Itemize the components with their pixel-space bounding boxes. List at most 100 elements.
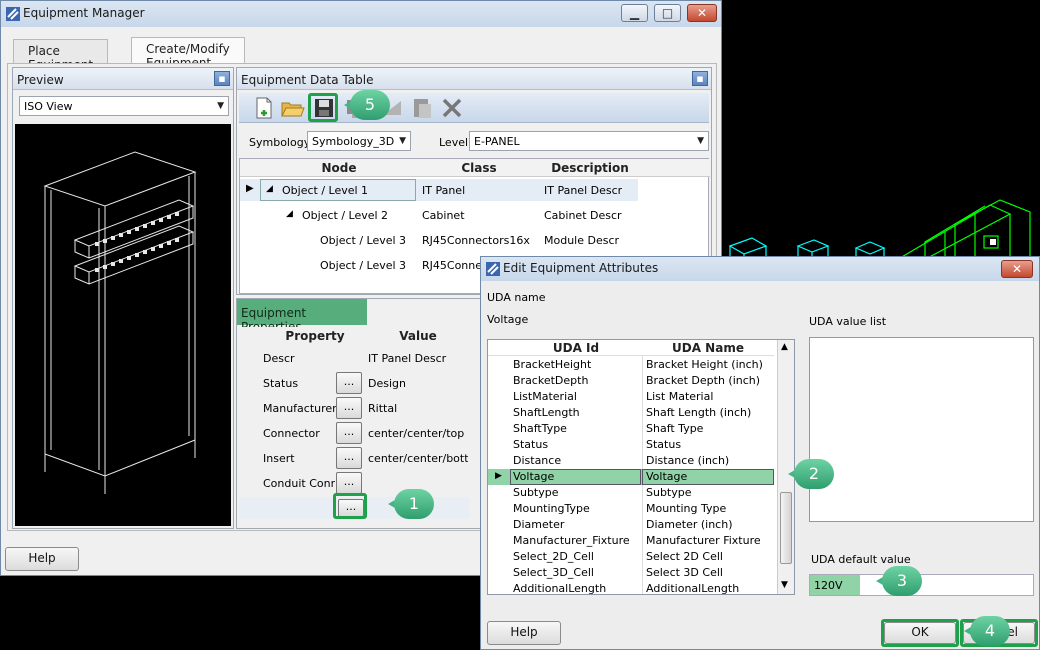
callout-5: 5 [344,90,390,120]
list-item[interactable]: Distance Distance (inch) [488,453,774,469]
expand-icon[interactable]: ◢ [286,209,293,219]
status-browse-button[interactable]: ... [336,372,362,394]
column-header-value[interactable]: Value [369,329,467,343]
callout-number: 4 [970,616,1010,646]
paste-icon[interactable] [409,95,435,121]
uda-value-list[interactable] [809,337,1034,522]
list-item[interactable]: Status Status [488,437,774,453]
scroll-down-icon[interactable]: ▼ [781,580,788,590]
column-header-node[interactable]: Node [262,161,416,175]
tab-place-equipment[interactable]: Place Equipment [13,39,109,72]
data-table-header: Equipment Data Table ▪ [237,68,711,90]
connector-browse-button[interactable]: ... [336,422,362,444]
property-value: IT Panel Descr [368,352,447,365]
property-value: Design [368,377,406,390]
uda-name: Voltage [646,470,688,483]
row-selector-icon: ▶ [246,183,254,194]
uda-name: Bracket Height (inch) [646,358,763,371]
uda-id: Voltage [513,470,555,483]
pin-icon[interactable]: ▪ [692,71,708,86]
app-icon [486,262,500,276]
scroll-up-icon[interactable]: ▲ [781,342,788,352]
delete-icon[interactable] [439,95,465,121]
column-header-class[interactable]: Class [418,161,540,175]
view-dropdown[interactable]: ISO View ▼ [19,96,229,116]
open-folder-icon[interactable] [279,95,305,121]
uda-id: Select_2D_Cell [513,550,594,563]
callout-1: 1 [388,489,434,519]
symbology-value: Symbology_3D [312,135,395,148]
edit-equipment-attributes-dialog: Edit Equipment Attributes ✕ UDA name Vol… [480,256,1040,650]
dialog-title: Edit Equipment Attributes [503,261,659,275]
uda-list[interactable]: UDA Id UDA Name BracketHeight Bracket Hei… [487,339,795,595]
list-item[interactable]: Diameter Diameter (inch) [488,517,774,533]
uda-name: List Material [646,390,714,403]
main-help-button[interactable]: Help [5,547,79,571]
app-icon [6,7,20,21]
symbology-label: Symbology: [249,136,314,149]
main-window-title: Equipment Manager [23,6,145,20]
uda-name: Distance (inch) [646,454,730,467]
scrollbar-thumb[interactable] [780,492,792,564]
expand-icon[interactable]: ◢ [266,184,273,194]
dialog-close-button[interactable]: ✕ [1001,260,1033,278]
column-header-property[interactable]: Property [259,329,371,343]
close-icon: ✕ [696,6,708,20]
list-item[interactable]: Select_3D_Cell Select 3D Cell [488,565,774,581]
equipment-preview-viewport[interactable] [15,124,231,526]
uda-name: AdditionalLength (inch) [646,582,740,594]
uda-default-value-label: UDA default value [811,553,911,566]
property-name: Manufacturer [263,402,337,415]
data-table-title: Equipment Data Table [241,73,374,87]
tab-create-modify-equipment[interactable]: Create/Modify Equipment [131,37,245,70]
conduit-browse-button[interactable]: ... [336,472,362,494]
level-dropdown[interactable]: E-PANEL ▼ [469,131,709,151]
symbology-dropdown[interactable]: Symbology_3D ▼ [307,131,411,151]
node-cell: Object / Level 3 [320,234,407,247]
list-item[interactable]: ShaftType Shaft Type [488,421,774,437]
uda-value-list-label: UDA value list [809,315,887,328]
table-row[interactable]: Object / Level 3 RJ45Connectors16x Modul… [240,229,638,251]
list-item[interactable]: ListMaterial List Material [488,389,774,405]
uda-id: MountingType [513,502,590,515]
column-header-uda-id[interactable]: UDA Id [510,341,642,355]
level-label: Level: [439,136,472,149]
class-cell: RJ45Connect [422,259,486,272]
list-item[interactable]: Manufacturer_Fixture Manufacturer Fixture [488,533,774,549]
list-item[interactable]: MountingType Mounting Type [488,501,774,517]
column-header-uda-name[interactable]: UDA Name [642,341,774,355]
main-title-bar: Equipment Manager ▁ □ ✕ [1,1,721,27]
list-item[interactable]: ShaftLength Shaft Length (inch) [488,405,774,421]
close-button[interactable]: ✕ [687,4,717,22]
node-cell: Object / Level 2 [302,209,389,222]
list-item[interactable]: Select_2D_Cell Select 2D Cell [488,549,774,565]
uda-name-value: Voltage [487,313,529,326]
uda-id: BracketHeight [513,358,592,371]
manufacturer-browse-button[interactable]: ... [336,397,362,419]
list-item-selected[interactable]: ▶ Voltage Voltage [488,469,774,485]
class-cell: IT Panel [422,184,466,197]
callout-number: 5 [350,90,390,120]
list-item[interactable]: BracketHeight Bracket Height (inch) [488,357,774,373]
table-row[interactable]: ▶ ◢ Object / Level 1 IT Panel IT Panel D… [240,179,638,201]
list-item[interactable]: BracketDepth Bracket Depth (inch) [488,373,774,389]
uda-id: Manufacturer_Fixture [513,534,630,547]
property-value: center/center/bottom [368,452,468,465]
column-header-description[interactable]: Description [542,161,638,175]
uda-name: Select 3D Cell [646,566,723,579]
callout-number: 2 [794,459,834,489]
maximize-button[interactable]: □ [654,4,681,22]
pin-icon[interactable]: ▪ [214,71,230,86]
table-row[interactable]: ◢ Object / Level 2 Cabinet Cabinet Descr [240,204,638,226]
list-item[interactable]: AdditionalLength AdditionalLength (inch) [488,581,774,594]
uda-name-label: UDA name [487,291,546,304]
properties-grid: Property Value Descr IT Panel Descr Stat… [239,327,469,519]
uda-id: ListMaterial [513,390,577,403]
insert-browse-button[interactable]: ... [336,447,362,469]
new-icon[interactable] [251,95,277,121]
minimize-button[interactable]: ▁ [621,4,648,22]
uda-name: Manufacturer Fixture [646,534,761,547]
list-item[interactable]: Subtype Subtype [488,485,774,501]
dialog-help-button[interactable]: Help [487,621,561,645]
uda-name: Diameter (inch) [646,518,733,531]
